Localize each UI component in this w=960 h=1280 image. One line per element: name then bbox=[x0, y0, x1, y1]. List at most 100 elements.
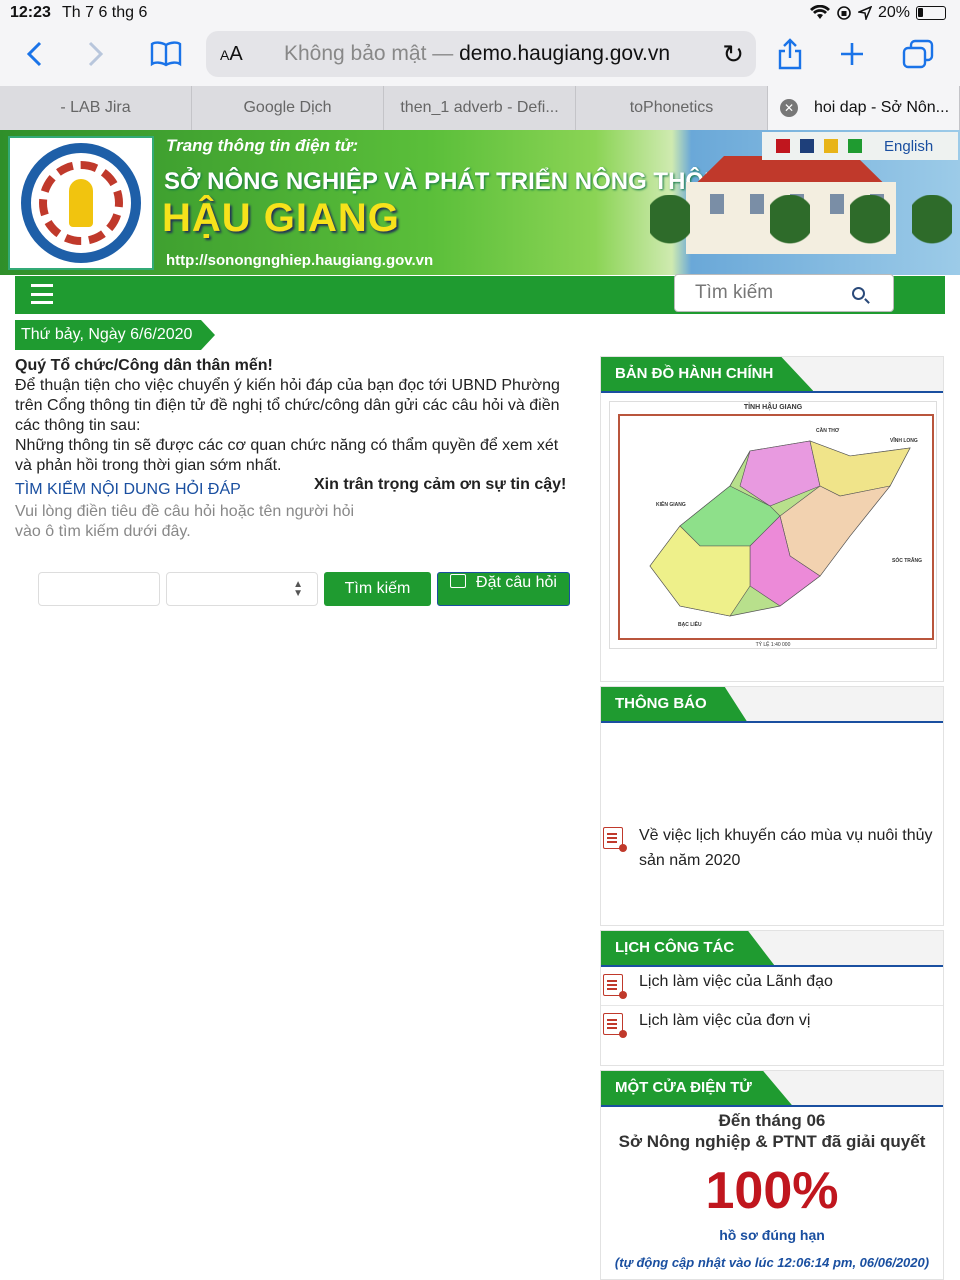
tabs-overview-button[interactable] bbox=[896, 34, 940, 74]
location-icon bbox=[857, 6, 872, 20]
schedule-item[interactable]: Lịch làm việc của đơn vị bbox=[601, 1005, 943, 1043]
qa-search-hint: Vui lòng điền tiêu đề câu hỏi hoặc tên n… bbox=[15, 503, 355, 540]
map-frame: CẦN THƠ VĨNH LONG KIÊN GIANG SÓC TRĂNG B… bbox=[618, 414, 934, 640]
tab-then-adverb[interactable]: then_1 adverb - Defi... bbox=[384, 86, 576, 130]
building-window bbox=[750, 194, 764, 214]
map-place-label: SÓC TRĂNG bbox=[892, 558, 922, 564]
logo-ring bbox=[21, 143, 141, 263]
map-place-label: CẦN THƠ bbox=[816, 428, 840, 434]
theme-red-swatch[interactable] bbox=[776, 139, 790, 153]
chevron-left-icon bbox=[26, 41, 42, 67]
wifi-icon bbox=[809, 5, 830, 19]
panel-title: LỊCH CÔNG TÁC bbox=[601, 931, 775, 965]
map-panel: BẢN ĐỒ HÀNH CHÍNH TỈNH HẬU GIANG CẦN THƠ… bbox=[600, 356, 944, 682]
onestop-percent: 100% bbox=[705, 1162, 839, 1220]
intro-text: Quý Tổ chức/Công dân thân mến! Để thuận … bbox=[15, 356, 575, 476]
tab-google-translate[interactable]: Google Dịch bbox=[192, 86, 384, 130]
theme-yellow-swatch[interactable] bbox=[824, 139, 838, 153]
clock: 12:23 bbox=[10, 4, 51, 21]
onestop-updated: (tự động cập nhật vào lúc 12:06:14 pm, 0… bbox=[614, 1255, 930, 1270]
map-title: TỈNH HẬU GIANG bbox=[743, 404, 803, 411]
url-display[interactable]: Không bảo mật — demo.haugiang.gov.vn bbox=[284, 42, 670, 66]
intro-paragraph-2: Những thông tin sẽ được các cơ quan chức… bbox=[15, 437, 559, 474]
panel-title: MỘT CỬA ĐIỆN TỬ bbox=[601, 1071, 792, 1105]
close-tab-icon[interactable]: ✕ bbox=[780, 99, 798, 117]
qa-keyword-input[interactable] bbox=[38, 572, 160, 606]
banner-kicker: Trang thông tin điện tử: bbox=[166, 136, 359, 155]
ask-question-button[interactable]: Đặt câu hỏi bbox=[437, 572, 570, 606]
tree bbox=[650, 195, 690, 275]
reader-settings-button[interactable]: AA bbox=[220, 43, 243, 66]
site-search-input[interactable]: Tìm kiếm bbox=[674, 274, 894, 312]
tree bbox=[770, 195, 810, 275]
schedule-panel: LỊCH CÔNG TÁC Lịch làm việc của Lãnh đạo… bbox=[600, 930, 944, 1066]
battery-icon bbox=[916, 6, 946, 20]
menu-icon[interactable] bbox=[31, 284, 53, 304]
banner-province: HẬU GIANG bbox=[162, 196, 400, 240]
qa-search-heading: TÌM KIẾM NỘI DUNG HỎI ĐÁP bbox=[15, 481, 241, 498]
select-arrows-icon: ▲ ▼ bbox=[293, 579, 303, 599]
panel-title: BẢN ĐỒ HÀNH CHÍNH bbox=[601, 357, 814, 391]
building-window bbox=[830, 194, 844, 214]
onestop-department: Sở Nông nghiệp & PTNT đã giải quyết bbox=[618, 1132, 926, 1151]
qa-category-select[interactable]: ▲ ▼ bbox=[166, 572, 318, 606]
banner-url: http://sonongnghiep.haugiang.gov.vn bbox=[166, 252, 434, 269]
tab-hoi-dap[interactable]: ✕ hoi dap - Sở Nôn... bbox=[768, 86, 960, 130]
document-icon bbox=[603, 974, 627, 999]
notice-panel: THÔNG BÁO Về việc lịch khuyến cáo mùa vụ… bbox=[600, 686, 944, 926]
book-icon bbox=[150, 41, 182, 67]
department-logo[interactable] bbox=[8, 136, 154, 270]
panel-header: BẢN ĐỒ HÀNH CHÍNH bbox=[601, 357, 943, 393]
document-icon bbox=[603, 827, 627, 852]
panel-header: MỘT CỬA ĐIỆN TỬ bbox=[601, 1071, 943, 1107]
theme-green-swatch[interactable] bbox=[848, 139, 862, 153]
tab-tophonetics[interactable]: toPhonetics bbox=[576, 86, 768, 130]
status-date: Th 7 6 thg 6 bbox=[62, 4, 148, 21]
map-place-label: BẠC LIÊU bbox=[678, 622, 702, 628]
schedule-item[interactable]: Lịch làm việc của Lãnh đạo bbox=[601, 967, 943, 1005]
panel-title: THÔNG BÁO bbox=[601, 687, 747, 721]
notice-link[interactable]: Về việc lịch khuyến cáo mùa vụ nuôi thủy… bbox=[639, 823, 939, 873]
document-icon bbox=[603, 1013, 627, 1038]
bookmarks-button[interactable] bbox=[144, 34, 188, 74]
plus-icon bbox=[841, 43, 863, 65]
map-place-label: VĨNH LONG bbox=[890, 438, 918, 444]
orientation-lock-icon bbox=[837, 6, 851, 20]
map-shape bbox=[649, 440, 911, 617]
qa-search-button[interactable]: Tìm kiếm bbox=[324, 572, 431, 606]
thanks-text: Xin trân trọng cảm ơn sự tin cậy! bbox=[314, 476, 567, 493]
english-link[interactable]: English bbox=[884, 138, 933, 155]
tab-lab-jira[interactable]: - LAB Jira bbox=[0, 86, 192, 130]
province-map[interactable]: TỈNH HẬU GIANG CẦN THƠ VĨNH LONG KIÊN GI… bbox=[609, 401, 937, 649]
address-bar[interactable]: AA Không bảo mật — demo.haugiang.gov.vn … bbox=[206, 31, 756, 77]
reload-icon[interactable]: ↻ bbox=[722, 39, 744, 70]
schedule-link[interactable]: Lịch làm việc của Lãnh đạo bbox=[639, 973, 833, 991]
status-bar: 12:23 Th 7 6 thg 6 20% bbox=[0, 0, 960, 26]
back-button[interactable] bbox=[12, 34, 56, 74]
map-scale: TỶ LỆ 1:40 000 bbox=[755, 642, 791, 648]
main-navbar: Tìm kiếm bbox=[15, 274, 945, 314]
forward-button[interactable] bbox=[74, 34, 118, 74]
edit-icon bbox=[450, 574, 467, 588]
tree bbox=[850, 195, 890, 275]
chevron-right-icon bbox=[88, 41, 104, 67]
onestop-on-time: hồ sơ đúng hạn bbox=[719, 1227, 825, 1243]
intro-paragraph-1: Để thuận tiện cho việc chuyển ý kiến hỏi… bbox=[15, 377, 560, 434]
tab-strip: - LAB Jira Google Dịch then_1 adverb - D… bbox=[0, 86, 960, 130]
browser-toolbar: AA Không bảo mật — demo.haugiang.gov.vn … bbox=[0, 26, 960, 86]
wheat-icon bbox=[69, 179, 93, 227]
cog-icon bbox=[39, 161, 123, 245]
search-icon[interactable] bbox=[852, 287, 865, 300]
panel-header: LỊCH CÔNG TÁC bbox=[601, 931, 943, 967]
share-button[interactable] bbox=[768, 34, 812, 74]
new-tab-button[interactable] bbox=[830, 34, 874, 74]
date-ribbon: Thứ bảy, Ngày 6/6/2020 bbox=[15, 320, 215, 350]
map-place-label: KIÊN GIANG bbox=[656, 502, 686, 508]
banner-org-name: SỞ NÔNG NGHIỆP VÀ PHÁT TRIỂN NÔNG THÔN bbox=[164, 168, 722, 195]
tabs-icon bbox=[902, 39, 934, 69]
theme-switcher: English bbox=[762, 132, 958, 160]
theme-blue-swatch[interactable] bbox=[800, 139, 814, 153]
schedule-link[interactable]: Lịch làm việc của đơn vị bbox=[639, 1012, 810, 1030]
panel-header: THÔNG BÁO bbox=[601, 687, 943, 723]
greeting: Quý Tổ chức/Công dân thân mến! bbox=[15, 357, 273, 374]
